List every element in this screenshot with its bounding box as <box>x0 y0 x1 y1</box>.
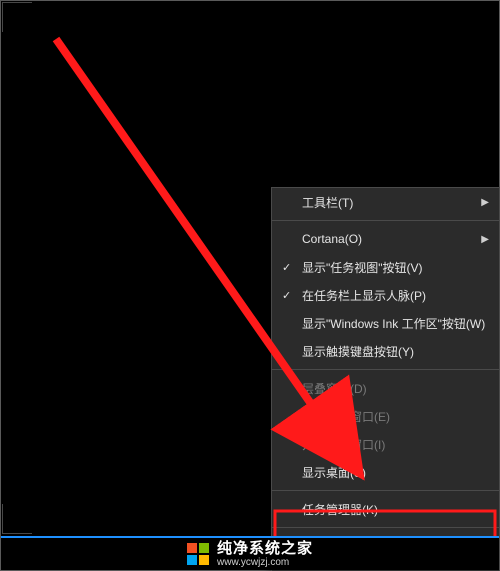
checkmark-icon: ✓ <box>282 289 294 302</box>
watermark-title: 纯净系统之家 <box>217 541 313 556</box>
menu-separator <box>272 490 499 491</box>
menu-label: 并排显示窗口(I) <box>302 436 385 453</box>
taskbar-context-menu: 工具栏(T) ▶ Cortana(O) ▶ ✓ 显示"任务视图"按钮(V) ✓ … <box>271 187 500 571</box>
menu-item-people[interactable]: ✓ 在任务栏上显示人脉(P) <box>272 281 499 309</box>
menu-label: Cortana(O) <box>302 232 362 246</box>
menu-item-task-manager[interactable]: 任务管理器(K) <box>272 495 499 523</box>
menu-label: 显示桌面(S) <box>302 464 366 481</box>
submenu-arrow-icon: ▶ <box>481 197 489 208</box>
menu-label: 显示触摸键盘按钮(Y) <box>302 343 414 360</box>
menu-label: 任务管理器(K) <box>302 501 378 518</box>
menu-item-sidebyside: 并排显示窗口(I) <box>272 430 499 458</box>
menu-item-cortana[interactable]: Cortana(O) ▶ <box>272 225 499 253</box>
menu-item-show-desktop[interactable]: 显示桌面(S) <box>272 458 499 486</box>
menu-item-cascade: 层叠窗口(D) <box>272 374 499 402</box>
menu-item-taskview[interactable]: ✓ 显示"任务视图"按钮(V) <box>272 253 499 281</box>
menu-item-toolbar[interactable]: 工具栏(T) ▶ <box>272 188 499 216</box>
watermark-sub: www.ycwjzj.com <box>217 558 313 568</box>
menu-label: 工具栏(T) <box>302 194 353 211</box>
menu-label: 在任务栏上显示人脉(P) <box>302 287 426 304</box>
watermark-logo-icon <box>187 543 209 565</box>
menu-separator <box>272 369 499 370</box>
menu-label: 堆叠显示窗口(E) <box>302 408 390 425</box>
frame-corner <box>2 504 32 534</box>
menu-separator <box>272 220 499 221</box>
checkmark-icon: ✓ <box>282 261 294 274</box>
menu-separator <box>272 527 499 528</box>
menu-item-ink[interactable]: 显示"Windows Ink 工作区"按钮(W) <box>272 309 499 337</box>
submenu-arrow-icon: ▶ <box>481 234 489 245</box>
menu-label: 显示"Windows Ink 工作区"按钮(W) <box>302 315 485 332</box>
menu-label: 显示"任务视图"按钮(V) <box>302 259 423 276</box>
frame-corner <box>2 2 32 32</box>
menu-item-stacked: 堆叠显示窗口(E) <box>272 402 499 430</box>
menu-item-touch-keyboard[interactable]: 显示触摸键盘按钮(Y) <box>272 337 499 365</box>
watermark-bar: 纯净系统之家 www.ycwjzj.com <box>1 536 499 570</box>
menu-label: 层叠窗口(D) <box>302 380 367 397</box>
